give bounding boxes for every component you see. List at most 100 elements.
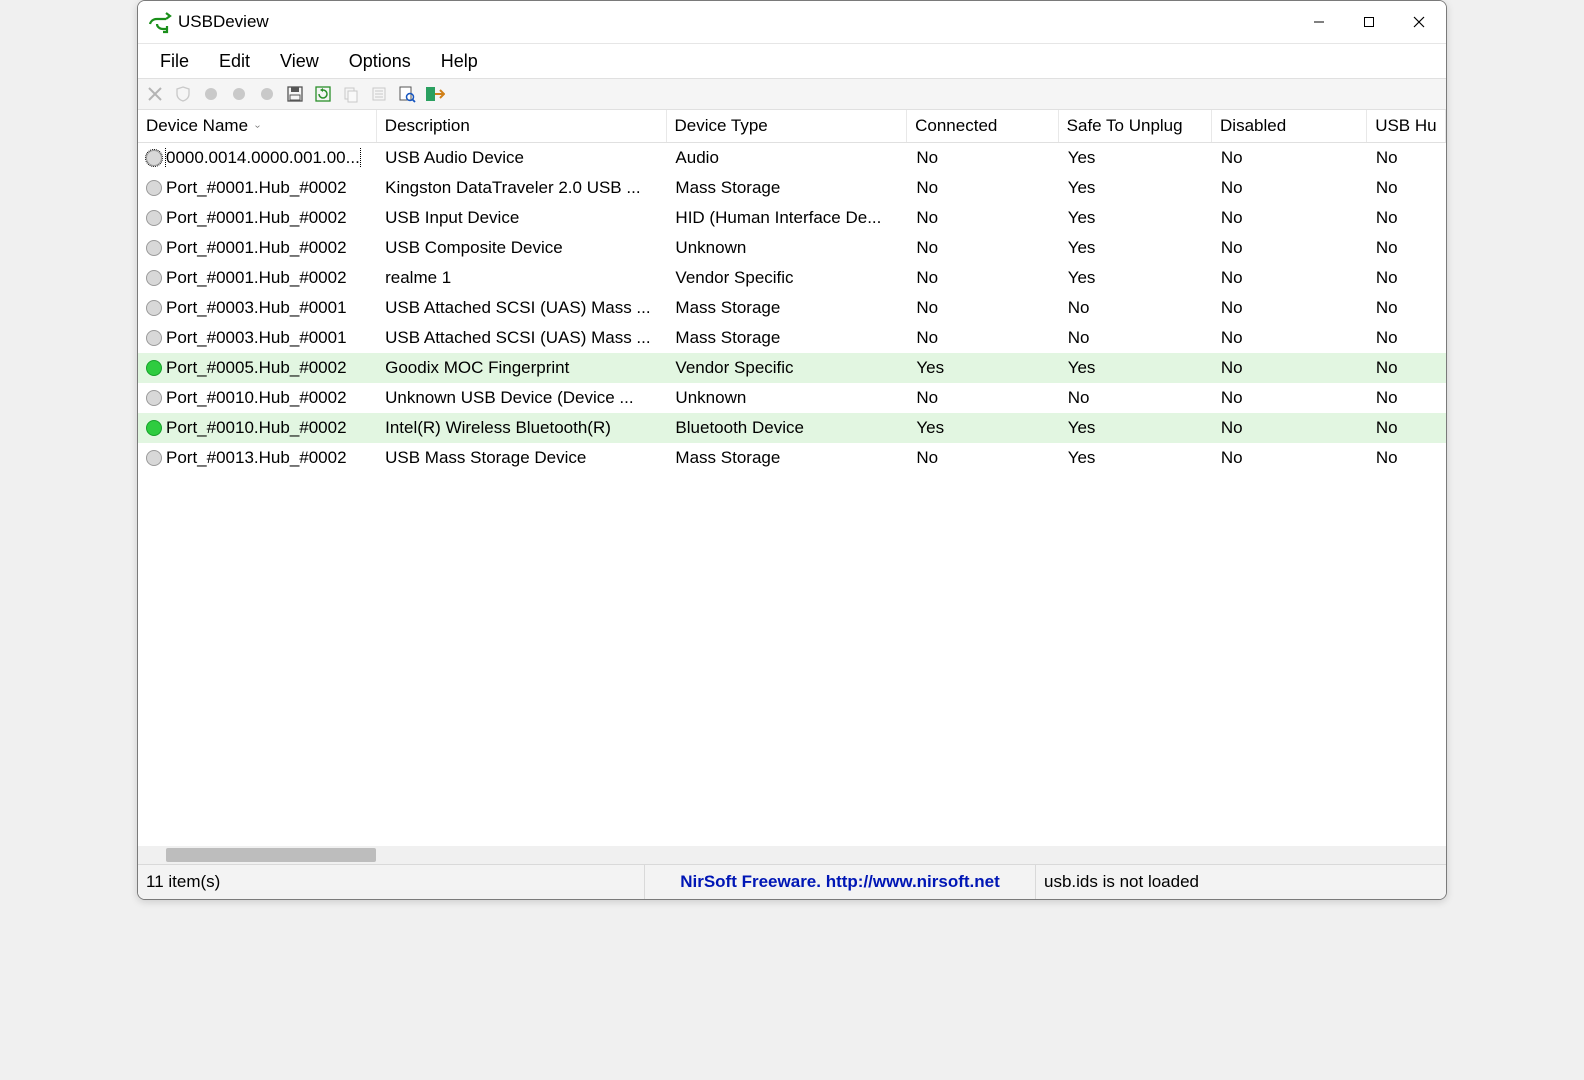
scrollbar-thumb[interactable] xyxy=(166,848,376,862)
properties-icon xyxy=(366,81,392,107)
listview-rows: 0000.0014.0000.001.00...USB Audio Device… xyxy=(138,143,1446,473)
cell: No xyxy=(1213,148,1368,168)
column-header[interactable]: USB Hu xyxy=(1367,110,1446,142)
cell: Port_#0001.Hub_#0002 xyxy=(138,208,377,228)
cell: USB Attached SCSI (UAS) Mass ... xyxy=(377,298,667,318)
status-dot-icon xyxy=(146,330,162,346)
column-header[interactable]: Description xyxy=(377,110,667,142)
table-row[interactable]: Port_#0001.Hub_#0002USB Input DeviceHID … xyxy=(138,203,1446,233)
close-button[interactable] xyxy=(1396,6,1442,38)
titlebar[interactable]: USBDeview xyxy=(138,1,1446,44)
maximize-button[interactable] xyxy=(1346,6,1392,38)
status-dot-icon xyxy=(146,150,162,166)
cell: Yes xyxy=(908,418,1059,438)
cell: Yes xyxy=(1060,148,1213,168)
cell: USB Mass Storage Device xyxy=(377,448,667,468)
cell: Port_#0001.Hub_#0002 xyxy=(138,238,377,258)
app-window: USBDeview FileEditViewOptionsHelp Device… xyxy=(137,0,1447,900)
device-listview: Device Name›DescriptionDevice TypeConnec… xyxy=(138,110,1446,864)
cell: Port_#0010.Hub_#0002 xyxy=(138,418,377,438)
cell: No xyxy=(908,238,1059,258)
horizontal-scrollbar[interactable] xyxy=(138,846,1446,864)
cell: No xyxy=(1213,208,1368,228)
column-header[interactable]: Device Type xyxy=(667,110,908,142)
cell: Yes xyxy=(908,358,1059,378)
save-icon[interactable] xyxy=(282,81,308,107)
cell: No xyxy=(1368,388,1446,408)
table-row[interactable]: Port_#0013.Hub_#0002USB Mass Storage Dev… xyxy=(138,443,1446,473)
menu-help[interactable]: Help xyxy=(427,47,492,76)
cell: Mass Storage xyxy=(667,328,908,348)
cell: Unknown xyxy=(667,388,908,408)
status-dot-icon xyxy=(146,450,162,466)
cell: No xyxy=(1368,208,1446,228)
table-row[interactable]: Port_#0003.Hub_#0001USB Attached SCSI (U… xyxy=(138,293,1446,323)
cell: No xyxy=(1060,328,1213,348)
cell: USB Input Device xyxy=(377,208,667,228)
cell: No xyxy=(908,208,1059,228)
column-header[interactable]: Device Name› xyxy=(138,110,377,142)
cell: No xyxy=(1213,238,1368,258)
table-row[interactable]: Port_#0005.Hub_#0002Goodix MOC Fingerpri… xyxy=(138,353,1446,383)
cell: Intel(R) Wireless Bluetooth(R) xyxy=(377,418,667,438)
cell: No xyxy=(1368,298,1446,318)
cell: Unknown xyxy=(667,238,908,258)
cell: No xyxy=(1213,178,1368,198)
cell: No xyxy=(1060,388,1213,408)
cell: No xyxy=(1368,328,1446,348)
menubar: FileEditViewOptionsHelp xyxy=(138,44,1446,78)
cell: Mass Storage xyxy=(667,448,908,468)
cell: Unknown USB Device (Device ... xyxy=(377,388,667,408)
cell: Bluetooth Device xyxy=(667,418,908,438)
statusbar: 11 item(s) NirSoft Freeware. http://www.… xyxy=(138,864,1446,899)
cell: Port_#0005.Hub_#0002 xyxy=(138,358,377,378)
cell: realme 1 xyxy=(377,268,667,288)
status-dot-icon xyxy=(146,240,162,256)
cell: Port_#0010.Hub_#0002 xyxy=(138,388,377,408)
table-row[interactable]: 0000.0014.0000.001.00...USB Audio Device… xyxy=(138,143,1446,173)
cell: No xyxy=(1060,298,1213,318)
menu-options[interactable]: Options xyxy=(335,47,425,76)
menu-file[interactable]: File xyxy=(146,47,203,76)
table-row[interactable]: Port_#0010.Hub_#0002Unknown USB Device (… xyxy=(138,383,1446,413)
menu-edit[interactable]: Edit xyxy=(205,47,264,76)
cell: No xyxy=(1368,178,1446,198)
minimize-button[interactable] xyxy=(1296,6,1342,38)
cell: No xyxy=(1368,358,1446,378)
cell: Port_#0003.Hub_#0001 xyxy=(138,298,377,318)
table-row[interactable]: Port_#0001.Hub_#0002USB Composite Device… xyxy=(138,233,1446,263)
listview-body[interactable]: 0000.0014.0000.001.00...USB Audio Device… xyxy=(138,143,1446,846)
column-header[interactable]: Connected xyxy=(907,110,1059,142)
led-blue-icon xyxy=(254,81,280,107)
table-row[interactable]: Port_#0001.Hub_#0002Kingston DataTravele… xyxy=(138,173,1446,203)
status-dot-icon xyxy=(146,180,162,196)
column-header[interactable]: Safe To Unplug xyxy=(1059,110,1212,142)
refresh-icon[interactable] xyxy=(310,81,336,107)
status-dot-icon xyxy=(146,210,162,226)
cell: 0000.0014.0000.001.00... xyxy=(138,148,377,168)
cell: No xyxy=(908,268,1059,288)
status-link[interactable]: NirSoft Freeware. http://www.nirsoft.net xyxy=(645,865,1036,899)
toolbar xyxy=(138,78,1446,110)
status-ids: usb.ids is not loaded xyxy=(1036,865,1446,899)
cell: No xyxy=(1368,268,1446,288)
cell: No xyxy=(1368,418,1446,438)
cell: No xyxy=(908,148,1059,168)
cell: Mass Storage xyxy=(667,298,908,318)
cell: No xyxy=(908,178,1059,198)
status-dot-icon xyxy=(146,420,162,436)
table-row[interactable]: Port_#0010.Hub_#0002Intel(R) Wireless Bl… xyxy=(138,413,1446,443)
cell: No xyxy=(1368,448,1446,468)
exit-icon[interactable] xyxy=(422,81,448,107)
cell: Port_#0001.Hub_#0002 xyxy=(138,268,377,288)
status-dot-icon xyxy=(146,270,162,286)
cell: Yes xyxy=(1060,358,1213,378)
column-header[interactable]: Disabled xyxy=(1212,110,1367,142)
menu-view[interactable]: View xyxy=(266,47,333,76)
cell: No xyxy=(1213,268,1368,288)
find-icon[interactable] xyxy=(394,81,420,107)
cell: HID (Human Interface De... xyxy=(667,208,908,228)
cell: USB Audio Device xyxy=(377,148,667,168)
table-row[interactable]: Port_#0001.Hub_#0002realme 1Vendor Speci… xyxy=(138,263,1446,293)
table-row[interactable]: Port_#0003.Hub_#0001USB Attached SCSI (U… xyxy=(138,323,1446,353)
